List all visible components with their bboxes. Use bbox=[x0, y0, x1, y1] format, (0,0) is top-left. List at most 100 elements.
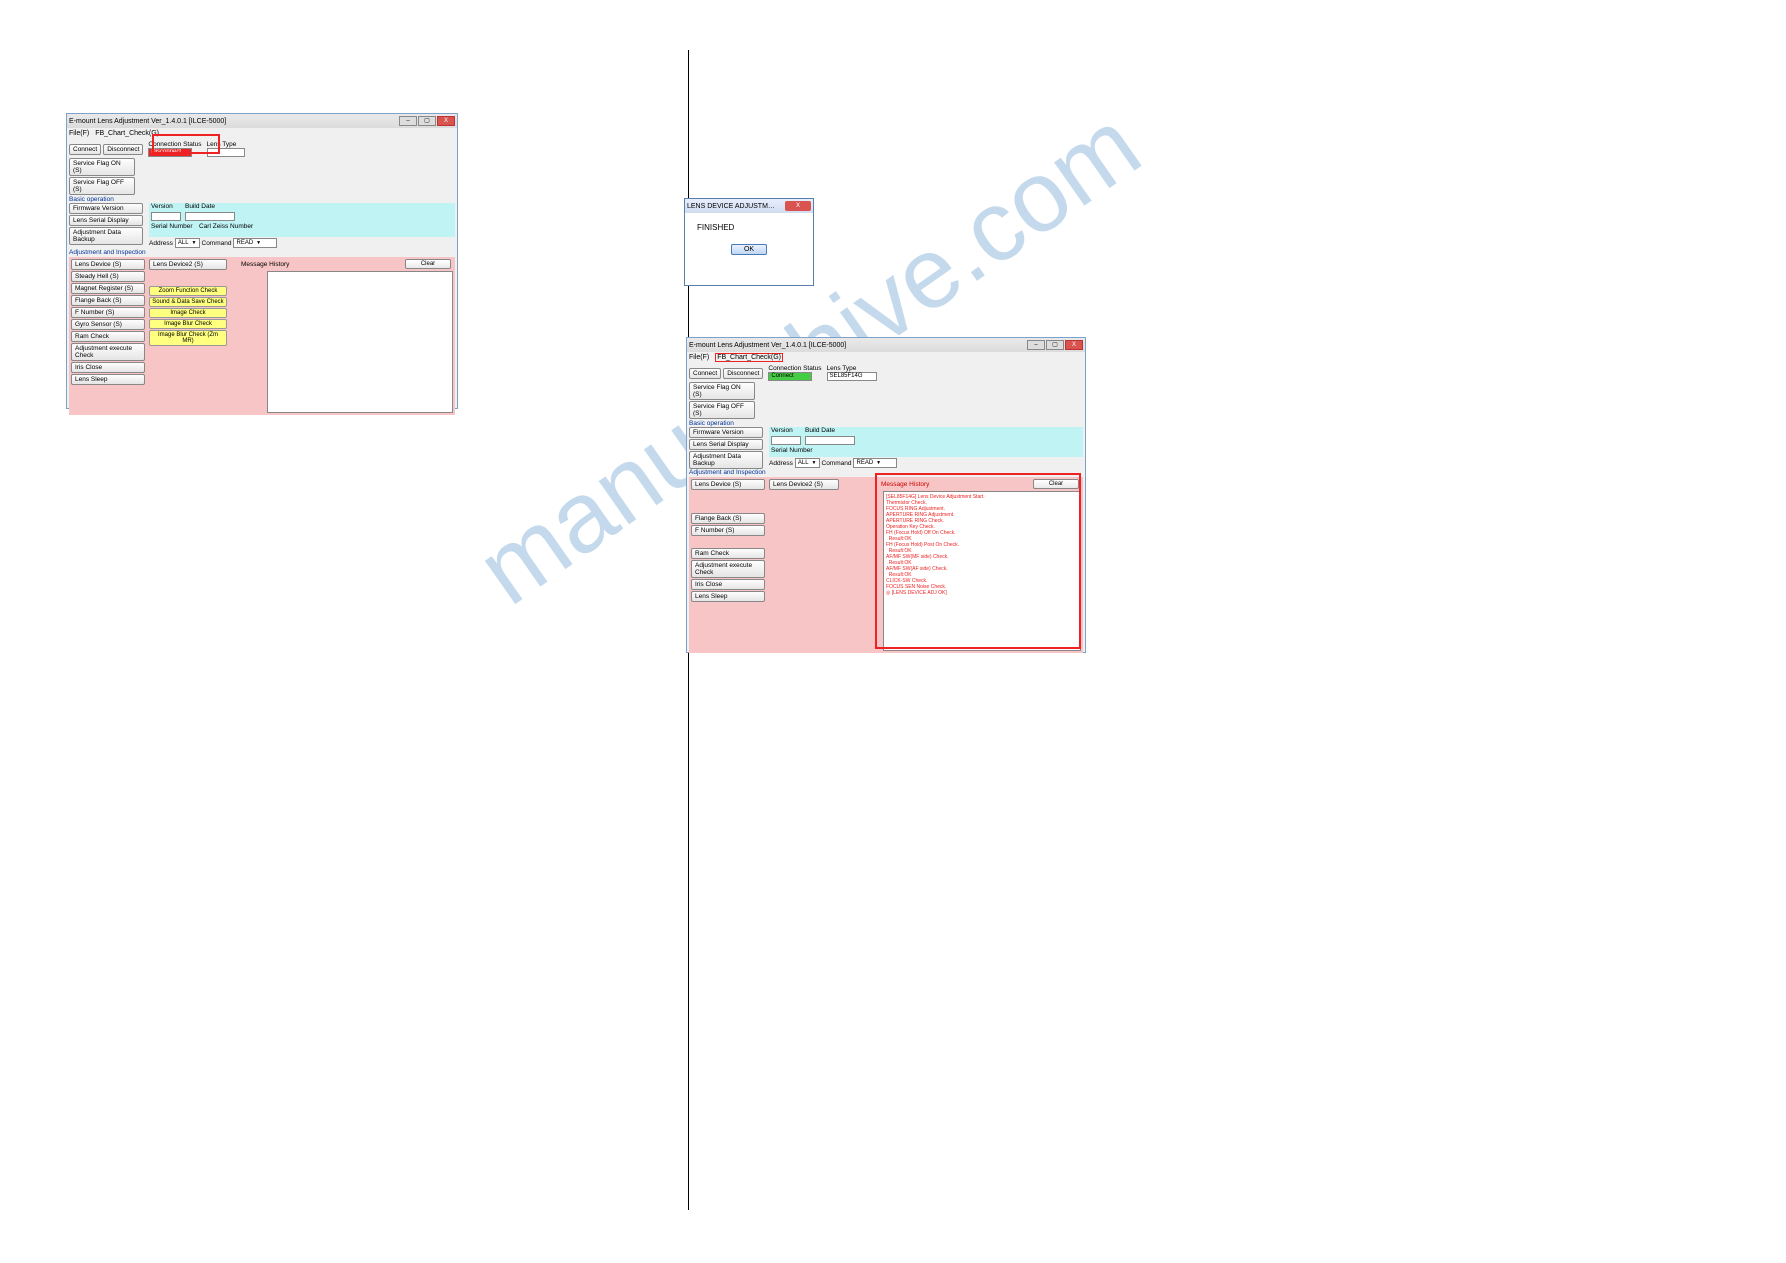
adj-button[interactable]: Ram Check bbox=[691, 548, 765, 559]
basic-operation-label: Basic operation bbox=[69, 196, 455, 203]
adj-button[interactable]: Flange Back (S) bbox=[691, 513, 765, 524]
minimize-button[interactable]: – bbox=[1027, 340, 1045, 350]
message-history-box[interactable]: [SEL85F14G] Lens Device Adjustment Start… bbox=[883, 491, 1081, 651]
command-combo[interactable]: READ bbox=[233, 238, 277, 248]
close-button[interactable]: X bbox=[437, 116, 455, 126]
clear-button[interactable]: Clear bbox=[1033, 479, 1079, 489]
menu-file[interactable]: File(F) bbox=[689, 354, 709, 361]
message-history-label: Message History bbox=[881, 481, 929, 488]
window-title: E-mount Lens Adjustment Ver_1.4.0.1 [ILC… bbox=[689, 342, 846, 349]
command-combo[interactable]: READ bbox=[853, 458, 897, 468]
command-label: Command bbox=[202, 240, 232, 247]
yellow-check-button[interactable]: Image Check bbox=[149, 308, 227, 318]
svc-flag-off-button[interactable]: Service Flag OFF (S) bbox=[689, 401, 755, 419]
connect-button[interactable]: Connect bbox=[69, 144, 101, 155]
conn-status-label: Connection Status bbox=[768, 365, 821, 372]
adj-button[interactable]: Iris Close bbox=[691, 579, 765, 590]
menu-fbchart[interactable]: FB_Chart_Check(G) bbox=[715, 353, 783, 362]
titlebar: E-mount Lens Adjustment Ver_1.4.0.1 [ILC… bbox=[67, 114, 457, 128]
firmware-button[interactable]: Firmware Version bbox=[689, 427, 763, 438]
conn-status-field: Disconnect bbox=[148, 148, 192, 157]
basic-operation-label: Basic operation bbox=[689, 420, 1083, 427]
titlebar: E-mount Lens Adjustment Ver_1.4.0.1 [ILC… bbox=[687, 338, 1085, 352]
dialog-message: FINISHED bbox=[697, 223, 809, 232]
adj-mid-col: Lens Device2 (S) bbox=[769, 479, 839, 602]
dialog-close-button[interactable]: X bbox=[785, 201, 811, 211]
adj-backup-button[interactable]: Adjustment Data Backup bbox=[689, 451, 763, 469]
version-field bbox=[151, 212, 181, 221]
message-history-text: [SEL85F14G] Lens Device Adjustment Start… bbox=[884, 492, 1080, 598]
conn-status-field: Connect bbox=[768, 372, 812, 381]
adj-button[interactable]: Adjustment execute Check bbox=[71, 343, 145, 361]
adj-left-col: Lens Device (S) Flange Back (S)F Number (… bbox=[691, 479, 767, 602]
address-combo[interactable]: ALL bbox=[795, 458, 820, 468]
maximize-button[interactable]: ▢ bbox=[418, 116, 436, 126]
version-field bbox=[771, 436, 801, 445]
adj-left-col: Lens Device (S)Steady Hell (S)Magnet Reg… bbox=[71, 259, 147, 385]
conn-status-label: Connection Status bbox=[148, 141, 201, 148]
adj-button[interactable]: Lens Sleep bbox=[691, 591, 765, 602]
adj-insp-label: Adjustment and Inspection bbox=[69, 249, 455, 256]
finished-dialog: LENS DEVICE ADJUSTM… X FINISHED OK bbox=[684, 198, 814, 286]
adj-button[interactable]: Lens Sleep bbox=[71, 374, 145, 385]
adj-button[interactable]: Adjustment execute Check bbox=[691, 560, 765, 578]
adj-button[interactable]: F Number (S) bbox=[691, 525, 765, 536]
address-combo[interactable]: ALL bbox=[175, 238, 200, 248]
adj-button[interactable]: F Number (S) bbox=[71, 307, 145, 318]
build-date-field bbox=[805, 436, 855, 445]
message-history-box[interactable] bbox=[267, 271, 453, 413]
lens-type-field: SEL85F14G bbox=[827, 372, 877, 381]
czn-label: Carl Zeiss Number bbox=[199, 223, 253, 230]
yellow-check-button[interactable]: Sound & Data Save Check bbox=[149, 297, 227, 307]
serial-label: Serial Number bbox=[771, 447, 813, 454]
minimize-button[interactable]: – bbox=[399, 116, 417, 126]
build-date-label: Build Date bbox=[185, 203, 215, 210]
svc-flag-on-button[interactable]: Service Flag ON (S) bbox=[689, 382, 755, 400]
adj-button[interactable]: Gyro Sensor (S) bbox=[71, 319, 145, 330]
svc-flag-off-button[interactable]: Service Flag OFF (S) bbox=[69, 177, 135, 195]
address-label: Address bbox=[149, 240, 173, 247]
adj-button[interactable]: Lens Device (S) bbox=[691, 479, 765, 490]
adj-mid-col: Lens Device2 (S) Zoom Function CheckSoun… bbox=[149, 259, 227, 385]
command-label: Command bbox=[822, 460, 852, 467]
firmware-button[interactable]: Firmware Version bbox=[69, 203, 143, 214]
adj-button[interactable]: Flange Back (S) bbox=[71, 295, 145, 306]
lens-device2-button[interactable]: Lens Device2 (S) bbox=[769, 479, 839, 490]
yellow-check-button[interactable]: Zoom Function Check bbox=[149, 286, 227, 296]
menu-file[interactable]: File(F) bbox=[69, 130, 89, 137]
version-label: Version bbox=[151, 203, 173, 210]
address-label: Address bbox=[769, 460, 793, 467]
adj-panel: Clear Message History Lens Device (S)Ste… bbox=[69, 257, 455, 415]
serial-button[interactable]: Lens Serial Display bbox=[69, 215, 143, 226]
clear-button[interactable]: Clear bbox=[405, 259, 451, 269]
adj-backup-button[interactable]: Adjustment Data Backup bbox=[69, 227, 143, 245]
build-date-field bbox=[185, 212, 235, 221]
adj-insp-label: Adjustment and Inspection bbox=[689, 469, 1083, 476]
adj-button[interactable]: Magnet Register (S) bbox=[71, 283, 145, 294]
serial-button[interactable]: Lens Serial Display bbox=[689, 439, 763, 450]
adj-button[interactable]: Steady Hell (S) bbox=[71, 271, 145, 282]
yellow-check-button[interactable]: Image Blur Check (Zm MR) bbox=[149, 330, 227, 346]
app-window-right: E-mount Lens Adjustment Ver_1.4.0.1 [ILC… bbox=[686, 337, 1086, 653]
adj-panel: Clear Message History [SEL85F14G] Lens D… bbox=[689, 477, 1083, 653]
build-date-label: Build Date bbox=[805, 427, 835, 434]
lens-type-label: Lens Type bbox=[827, 365, 877, 372]
svc-flag-on-button[interactable]: Service Flag ON (S) bbox=[69, 158, 135, 176]
dialog-titlebar: LENS DEVICE ADJUSTM… X bbox=[685, 199, 813, 213]
serial-label: Serial Number bbox=[151, 223, 193, 230]
maximize-button[interactable]: ▢ bbox=[1046, 340, 1064, 350]
lens-device2-button[interactable]: Lens Device2 (S) bbox=[149, 259, 227, 270]
dialog-ok-button[interactable]: OK bbox=[731, 244, 767, 255]
adj-button[interactable]: Ram Check bbox=[71, 331, 145, 342]
adj-button[interactable]: Iris Close bbox=[71, 362, 145, 373]
disconnect-button[interactable]: Disconnect bbox=[723, 368, 763, 379]
connect-button[interactable]: Connect bbox=[689, 368, 721, 379]
version-panel: Version Build Date Serial Number Carl Ze… bbox=[149, 203, 455, 237]
app-window-left: E-mount Lens Adjustment Ver_1.4.0.1 [ILC… bbox=[66, 113, 458, 409]
yellow-check-button[interactable]: Image Blur Check bbox=[149, 319, 227, 329]
dialog-title: LENS DEVICE ADJUSTM… bbox=[687, 203, 775, 210]
menu-fbchart[interactable]: FB_Chart_Check(G) bbox=[95, 130, 159, 137]
disconnect-button[interactable]: Disconnect bbox=[103, 144, 143, 155]
close-button[interactable]: X bbox=[1065, 340, 1083, 350]
adj-button[interactable]: Lens Device (S) bbox=[71, 259, 145, 270]
